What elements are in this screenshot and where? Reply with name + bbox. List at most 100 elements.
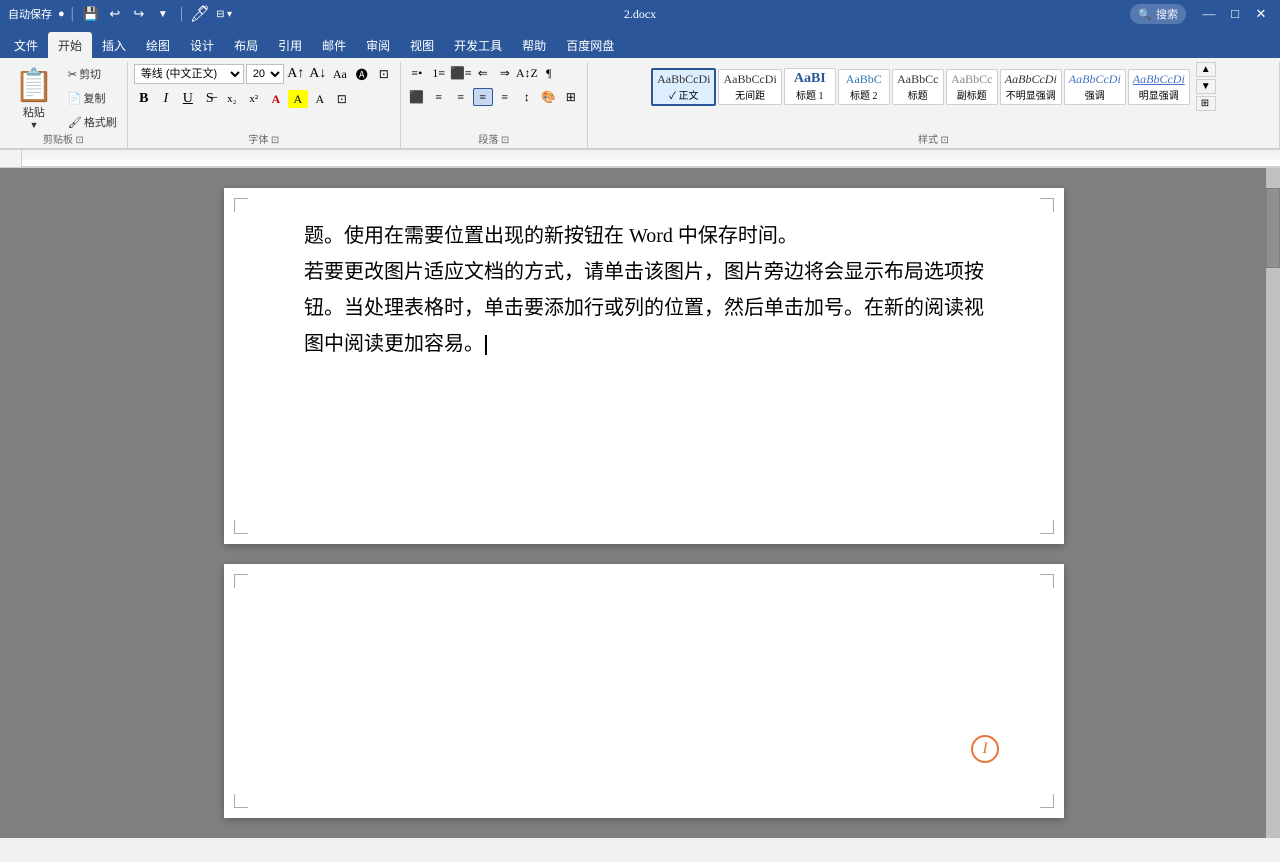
menu-item-insert[interactable]: 插入 [92, 32, 136, 58]
page-2-corner-tl [234, 574, 248, 588]
scrollbar-track[interactable] [1266, 168, 1280, 838]
style-subtle-em[interactable]: AaBbCcDi 不明显强调 [1000, 69, 1062, 105]
style-title-label: 标题 [908, 87, 928, 102]
cut-button[interactable]: ✂ 剪切 [64, 63, 121, 85]
highlight-button[interactable]: A [288, 90, 308, 108]
undo-button[interactable]: ↩ [104, 3, 126, 25]
menu-item-file[interactable]: 文件 [4, 32, 48, 58]
autosave-toggle[interactable]: ● [58, 8, 65, 20]
font-more-button[interactable]: ⊡ [374, 65, 394, 83]
font-size-select[interactable]: 20 [246, 64, 284, 84]
font-more2-button[interactable]: ⊡ [332, 90, 352, 108]
minimize-button[interactable]: — [1198, 3, 1220, 25]
style-heading2[interactable]: AaBbC 标题 2 [838, 69, 890, 105]
page-corner-bl [234, 520, 248, 534]
page-2-corner-bl [234, 794, 248, 808]
paste-dropdown-icon: ▼ [29, 120, 38, 130]
scrollbar-thumb[interactable] [1266, 188, 1280, 268]
menu-item-view[interactable]: 视图 [400, 32, 444, 58]
menu-item-references[interactable]: 引用 [268, 32, 312, 58]
page-corner-br [1040, 520, 1054, 534]
clear-format-button[interactable]: 🅐 [352, 65, 372, 83]
mode-dropdown[interactable]: ⊟ ▾ [213, 3, 235, 25]
menu-item-mail[interactable]: 邮件 [312, 32, 356, 58]
font-size-input[interactable]: 20 [246, 64, 284, 84]
paste-button[interactable]: 📋 粘贴 ▼ [6, 62, 62, 134]
style-intense-em[interactable]: AaBbCcDi 明显强调 [1128, 69, 1190, 105]
menu-item-help[interactable]: 帮助 [512, 32, 556, 58]
styles-scroll-down[interactable]: ▼ [1196, 79, 1216, 94]
menu-item-draw[interactable]: 绘图 [136, 32, 180, 58]
page-1-content[interactable]: 题。使用在需要位置出现的新按钮在 Word 中保存时间。 若要更改图片适应文档的… [224, 188, 1064, 422]
style-heading1[interactable]: AaBI 标题 1 [784, 68, 836, 105]
show-marks-button[interactable]: ¶ [539, 64, 559, 82]
italic-button[interactable]: I [156, 90, 176, 108]
style-intense-em-label: 明显强调 [1139, 87, 1179, 102]
page-1-text: 题。使用在需要位置出现的新按钮在 Word 中保存时间。 [304, 225, 798, 247]
justify-button[interactable]: ≡ [473, 88, 493, 106]
document-title: 2.docx [624, 7, 656, 22]
decrease-indent-button[interactable]: ⇐ [473, 64, 493, 82]
style-nospace-label: 无间距 [735, 87, 765, 102]
superscript-button[interactable]: x² [244, 90, 264, 108]
more-align-button[interactable]: ≡ [495, 88, 515, 106]
menu-item-home[interactable]: 开始 [48, 32, 92, 58]
bullets-button[interactable]: ≡• [407, 64, 427, 82]
line-spacing-button[interactable]: ↕ [517, 88, 537, 106]
menu-item-baidu[interactable]: 百度网盘 [556, 32, 624, 58]
style-nospace[interactable]: AaBbCcDi 无间距 [718, 69, 781, 105]
shading-button[interactable]: 🎨 [539, 88, 559, 106]
font-color-button[interactable]: A [266, 90, 286, 108]
align-left-button[interactable]: ⬛ [407, 88, 427, 106]
menu-bar: 文件 开始 插入 绘图 设计 布局 引用 邮件 审阅 视图 开发工具 帮助 百度… [0, 28, 1280, 58]
increase-indent-button[interactable]: ⇒ [495, 64, 515, 82]
style-normal-label: ✓ 正文 [669, 87, 698, 102]
menu-item-layout[interactable]: 布局 [224, 32, 268, 58]
styles-scroll-up[interactable]: ▲ [1196, 62, 1216, 77]
numbering-button[interactable]: 1≡ [429, 64, 449, 82]
more-qa-icon[interactable]: ▼ [152, 3, 174, 25]
menu-item-dev[interactable]: 开发工具 [444, 32, 512, 58]
menu-item-review[interactable]: 审阅 [356, 32, 400, 58]
align-center-button[interactable]: ≡ [429, 88, 449, 106]
document-scroll[interactable]: 题。使用在需要位置出现的新按钮在 Word 中保存时间。 若要更改图片适应文档的… [22, 168, 1266, 838]
underline-button[interactable]: U [178, 90, 198, 108]
subscript-button[interactable]: x₂ [222, 90, 242, 108]
font-name-select[interactable]: 等线 (中文正文) [134, 64, 244, 84]
document-area: 题。使用在需要位置出现的新按钮在 Word 中保存时间。 若要更改图片适应文档的… [0, 168, 1280, 838]
style-subtitle[interactable]: AaBbCc 副标题 [946, 69, 998, 105]
style-subtitle-preview: AaBbCc [951, 72, 992, 87]
bold-button[interactable]: B [134, 90, 154, 108]
sort-button[interactable]: A↕Z [517, 64, 537, 82]
search-box[interactable]: 🔍 搜索 [1130, 4, 1186, 24]
align-right-button[interactable]: ≡ [451, 88, 471, 106]
customize-icon[interactable]: 🖊 [189, 3, 211, 25]
close-button[interactable]: ✕ [1250, 3, 1272, 25]
format-painter-button[interactable]: 🖌 格式刷 [64, 111, 121, 133]
style-emphasis[interactable]: AaBbCcDi 强调 [1064, 69, 1126, 105]
page-2-content[interactable] [224, 564, 1064, 664]
style-title[interactable]: AaBbCc 标题 [892, 69, 944, 105]
increase-font-button[interactable]: A↑ [286, 65, 306, 83]
menu-item-design[interactable]: 设计 [180, 32, 224, 58]
multilevel-button[interactable]: ⬛≡ [451, 64, 471, 82]
change-case-button[interactable]: Aa [330, 65, 350, 83]
borders-button[interactable]: ⊞ [561, 88, 581, 106]
font-group: 等线 (中文正文) 20 A↑ A↓ Aa 🅐 ⊡ B I U S̶ x₂ [128, 62, 401, 148]
text-effect-button[interactable]: A [310, 90, 330, 108]
maximize-button[interactable]: □ [1224, 3, 1246, 25]
redo-button[interactable]: ↪ [128, 3, 150, 25]
save-button[interactable]: 💾 [80, 3, 102, 25]
copy-button[interactable]: 📄 复制 [64, 87, 121, 109]
style-emphasis-label: 强调 [1085, 87, 1105, 102]
style-normal[interactable]: AaBbCcDi ✓ 正文 [651, 68, 716, 106]
strikethrough-button[interactable]: S̶ [200, 90, 220, 108]
decrease-font-button[interactable]: A↓ [308, 65, 328, 83]
clipboard-group: 📋 粘贴 ▼ ✂ 剪切 📄 复制 🖌 格式刷 剪贴板 ⊡ [0, 62, 128, 148]
page-2-corner-tr [1040, 574, 1054, 588]
styles-expand[interactable]: ⊞ [1196, 96, 1216, 111]
page-2-corner-br [1040, 794, 1054, 808]
text-cursor [485, 335, 487, 355]
quick-access-toolbar: 自动保存 ● | 💾 ↩ ↪ ▼ | 🖊 ⊟ ▾ [8, 3, 235, 25]
ruler-corner[interactable] [0, 150, 22, 167]
